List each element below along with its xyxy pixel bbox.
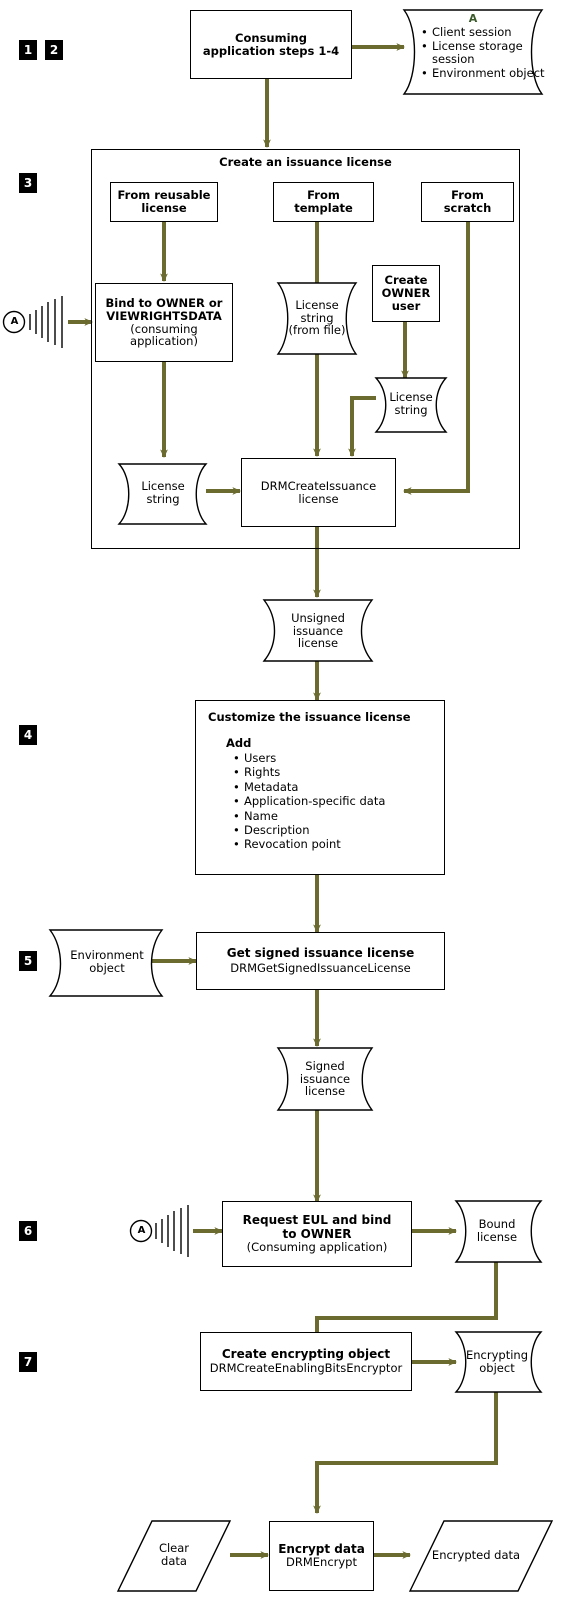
callout-a-item-1: License storage [421,39,547,54]
callout-a-item-0: Client session [421,25,547,40]
node-bind-to-owner: Bind to OWNER or VIEWRIGHTSDATA (consumi… [95,283,233,362]
consuming-application-line1: Consuming [235,30,307,45]
step-badge-6: 6 [19,1221,37,1241]
create-encrypting-line2: DRMCreateEnablingBitsEncryptor [209,1361,403,1376]
node-create-owner-user: Create OWNER user [372,265,440,322]
node-environment-object: Environment object [62,934,152,990]
bind-owner-line1: Bind to OWNER or [105,295,223,310]
callout-a-label: A [468,12,478,25]
node-create-encrypting-object: Create encrypting object DRMCreateEnabli… [200,1332,412,1391]
step-badge-7: 7 [19,1352,37,1372]
customize-item-1: Rights [233,765,434,780]
get-signed-line1: Get signed issuance license [226,945,415,960]
node-license-string-owner: License string [383,380,439,428]
step-badge-5: 5 [19,951,37,971]
signed-license-line3: license [304,1084,346,1099]
customize-item-0: Users [233,751,434,766]
node-bound-license: Bound license [464,1205,530,1257]
group-title: Create an issuance license [219,155,392,169]
callout-a-list: Client session License storage session E… [421,25,547,81]
from-reusable-line2: license [141,201,187,215]
step-badge-4: 4 [19,725,37,745]
unsigned-license-line3: license [297,636,339,651]
node-consuming-application: Consuming application steps 1-4 [190,10,352,79]
node-license-string-bind: License string [128,466,198,520]
create-owner-user-line3: user [391,298,421,313]
get-signed-line2: DRMGetSignedIssuanceLicense [230,961,411,976]
callout-a-item-2: session [432,52,475,67]
unsigned-license-line1: Unsigned [291,610,345,625]
node-from-template: From template [273,182,374,222]
drm-create-issuance-line2: license [298,491,339,506]
from-template-line2: template [294,201,353,215]
create-owner-user-line2: OWNER [381,286,431,301]
environment-object-line2: object [89,961,125,975]
bound-license-line2: license [476,1230,518,1244]
customize-list: Users Rights Metadata Application-specif… [208,751,434,852]
consuming-application-line2: application steps 1-4 [202,43,340,58]
node-from-scratch: From scratch [421,182,514,222]
encrypted-data-line1: Encrypted data [431,1547,521,1562]
node-encrypt-data: Encrypt data DRMEncrypt [269,1521,374,1591]
from-scratch-line2: scratch [443,201,492,215]
license-string-file-line1: License [295,297,339,312]
customize-item-2: Metadata [233,780,434,795]
license-string-owner-line2: string [394,403,428,417]
node-drm-create-issuance-license: DRMCreateIssuance license [241,458,396,527]
callout-a-item-3: Environment object [421,66,547,81]
step-badge-2: 2 [45,40,63,60]
encrypting-object-line2: object [479,1361,515,1375]
encrypt-data-line1: Encrypt data [278,1541,365,1556]
node-customize-issuance-license: Customize the issuance license Add Users… [195,700,445,875]
node-license-string-from-file: License string (from file) [283,285,351,351]
customize-item-5: Description [233,823,434,838]
connector-a-letter-step6: A [137,1225,146,1236]
node-clear-data: Clear data [132,1528,216,1582]
node-unsigned-issuance-license: Unsigned issuance license [276,602,360,660]
connector-a-letter-top: A [10,316,19,327]
license-string-file-line3: (from file) [288,323,346,338]
node-request-eul-bind-owner: Request EUL and bind to OWNER (Consuming… [222,1201,412,1267]
customize-item-4: Name [233,809,434,824]
encrypt-data-line2: DRMEncrypt [286,1555,357,1570]
node-encrypting-object: Encrypting object [464,1337,530,1387]
flowchart-canvas: 1 2 3 4 5 6 7 Consuming application step… [0,0,568,1603]
request-eul-line2: to OWNER [282,1226,352,1241]
node-encrypted-data: Encrypted data [422,1528,530,1582]
step-badge-3: 3 [19,173,37,193]
clear-data-line2: data [161,1554,187,1568]
customize-subtitle: Add [226,736,252,750]
create-encrypting-line1: Create encrypting object [221,1346,391,1361]
bind-owner-line4: application) [130,334,198,349]
license-string-bind-line2: string [146,492,180,506]
node-signed-issuance-license: Signed issuance license [288,1050,362,1108]
signed-license-line1: Signed [305,1058,345,1073]
customize-item-6: Revocation point [233,837,434,852]
request-eul-line1: Request EUL and bind [242,1213,392,1228]
node-from-reusable-license: From reusable license [110,182,218,222]
request-eul-line3: (Consuming application) [246,1240,388,1254]
step-badge-1: 1 [19,40,37,60]
drm-create-issuance-line1: DRMCreateIssuance [260,478,377,493]
node-get-signed-issuance-license: Get signed issuance license DRMGetSigned… [196,932,445,990]
bind-owner-line2: VIEWRIGHTSDATA [106,308,222,323]
customize-title: Customize the issuance license [208,710,411,724]
customize-item-3: Application-specific data [233,794,434,809]
